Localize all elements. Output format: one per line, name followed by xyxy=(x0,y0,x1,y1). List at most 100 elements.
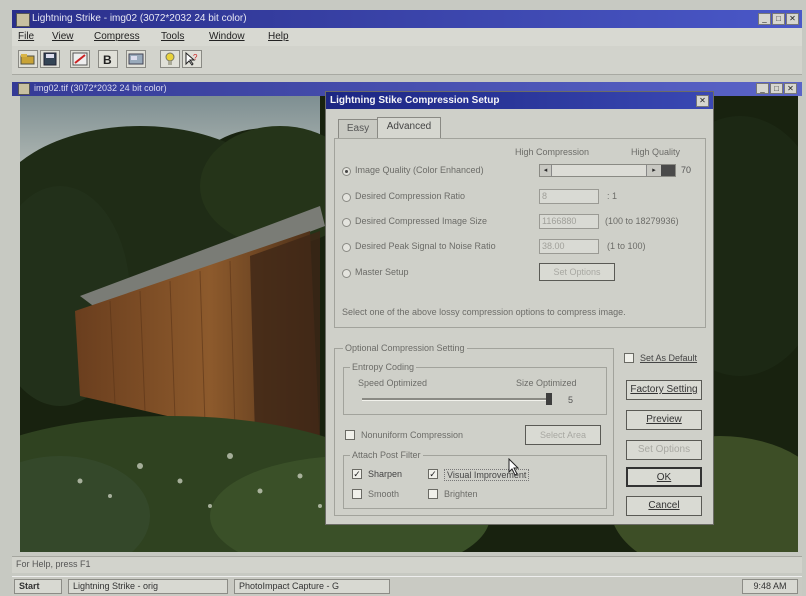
smooth-label: Smooth xyxy=(368,489,400,499)
ok-button[interactable]: OK xyxy=(626,467,702,487)
compression-ratio-label: Desired Compression Ratio xyxy=(355,191,466,201)
cancel-label: Cancel xyxy=(648,500,680,511)
status-text: For Help, press F1 xyxy=(16,559,91,569)
app-title-bar: Lightning Strike - img02 (3072*2032 24 b… xyxy=(12,10,802,28)
minimize-icon[interactable]: _ xyxy=(758,13,771,25)
menu-compress[interactable]: Compress xyxy=(94,31,140,42)
factory-setting-button[interactable]: Factory Setting xyxy=(626,380,702,400)
select-area-label: Select Area xyxy=(539,430,587,440)
clock-label: 9:48 AM xyxy=(753,581,787,591)
master-set-options-button[interactable]: Set Options xyxy=(539,263,615,281)
tab-advanced-label: Advanced xyxy=(386,121,432,132)
entropy-group-label: Entropy Coding xyxy=(350,362,417,372)
compression-ratio-suffix: : 1 xyxy=(607,191,618,201)
taskbar: Start Lightning Strike - orig PhotoImpac… xyxy=(12,576,802,596)
slider-label-high-quality: High Quality xyxy=(631,147,681,157)
nonuniform-label: Nonuniform Compression xyxy=(361,430,464,440)
select-area-button[interactable]: Select Area xyxy=(525,425,601,445)
image-window-icon[interactable] xyxy=(18,83,30,95)
image-size-range: (100 to 18279936) xyxy=(605,216,679,226)
image-minimize-icon[interactable]: _ xyxy=(756,83,769,94)
bold-tool-icon[interactable]: B xyxy=(98,50,118,68)
entropy-slider[interactable] xyxy=(362,398,552,401)
radio-image-size[interactable] xyxy=(342,218,351,227)
menu-tools[interactable]: Tools xyxy=(161,31,184,42)
psnr-label: Desired Peak Signal to Noise Ratio xyxy=(355,241,496,251)
sharpen-checkbox[interactable]: ✓ xyxy=(352,469,362,479)
slider-right-arrow-icon[interactable]: ▸ xyxy=(646,165,661,176)
quality-value: 70 xyxy=(681,165,692,175)
radio-image-quality[interactable] xyxy=(342,167,351,176)
image-size-value: 1166880 xyxy=(542,216,577,226)
image-size-label: Desired Compressed Image Size xyxy=(355,216,488,226)
visual-improvement-checkbox[interactable]: ✓ xyxy=(428,469,438,479)
radio-psnr[interactable] xyxy=(342,243,351,252)
image-close-icon[interactable]: ✕ xyxy=(784,83,797,94)
app-title: Lightning Strike - img02 (3072*2032 24 b… xyxy=(32,13,247,24)
image-size-field[interactable]: 1166880 xyxy=(539,214,599,229)
image-tool-icon[interactable] xyxy=(126,50,146,68)
radio-master-setup[interactable] xyxy=(342,269,351,278)
menu-bar: File View Compress Tools Window Help xyxy=(12,28,802,46)
set-options-button[interactable]: Set Options xyxy=(626,440,702,460)
entropy-value: 5 xyxy=(568,395,574,405)
tab-easy-label: Easy xyxy=(346,123,370,134)
toolbar: B ? xyxy=(12,46,802,75)
svg-text:B: B xyxy=(103,53,112,67)
slider-left-arrow-icon[interactable]: ◂ xyxy=(540,165,552,176)
advanced-panel: High Compression High Quality Image Qual… xyxy=(334,138,706,328)
entropy-slider-thumb[interactable] xyxy=(546,393,552,405)
radio-compression-ratio[interactable] xyxy=(342,193,351,202)
image-window-title: img02.tif (3072*2032 24 bit color) xyxy=(34,83,167,93)
tab-easy[interactable]: Easy xyxy=(338,119,378,138)
compression-ratio-field[interactable]: 8 xyxy=(539,189,599,204)
brighten-checkbox[interactable] xyxy=(428,489,438,499)
tab-advanced[interactable]: Advanced xyxy=(377,117,441,139)
menu-file[interactable]: File xyxy=(18,31,34,42)
sharpen-label: Sharpen xyxy=(368,469,403,479)
image-maximize-icon[interactable]: □ xyxy=(770,83,783,94)
hint-text: Select one of the above lossy compressio… xyxy=(342,307,626,317)
menu-window[interactable]: Window xyxy=(209,31,245,42)
status-bar: For Help, press F1 xyxy=(12,556,802,573)
task-lightning-strike[interactable]: Lightning Strike - orig xyxy=(68,579,228,594)
dialog-title: Lightning Stike Compression Setup xyxy=(330,95,500,106)
master-setup-label: Master Setup xyxy=(355,267,409,277)
slider-thumb[interactable] xyxy=(661,165,675,176)
task-label: PhotoImpact Capture - G xyxy=(239,581,340,591)
psnr-value: 38.00 xyxy=(542,241,565,251)
nonuniform-checkbox[interactable] xyxy=(345,430,355,440)
compress-icon[interactable] xyxy=(70,50,90,68)
cancel-button[interactable]: Cancel xyxy=(626,496,702,516)
task-label: Lightning Strike - orig xyxy=(73,581,159,591)
dialog-title-bar: Lightning Stike Compression Setup ✕ xyxy=(326,92,713,109)
save-icon[interactable] xyxy=(40,50,60,68)
open-icon[interactable] xyxy=(18,50,38,68)
menu-view[interactable]: View xyxy=(52,31,74,42)
optional-compression-group: Optional Compression Setting Entropy Cod… xyxy=(334,343,614,516)
tip-icon[interactable] xyxy=(160,50,180,68)
image-quality-label: Image Quality (Color Enhanced) xyxy=(355,165,484,175)
psnr-field[interactable]: 38.00 xyxy=(539,239,599,254)
factory-setting-label: Factory Setting xyxy=(630,384,698,395)
set-as-default-label: Set As Default xyxy=(640,353,698,363)
context-help-icon[interactable]: ? xyxy=(182,50,202,68)
attach-filter-group-label: Attach Post Filter xyxy=(350,450,423,460)
ok-label: OK xyxy=(656,472,672,483)
close-icon[interactable]: ✕ xyxy=(786,13,799,25)
preview-button[interactable]: Preview xyxy=(626,410,702,430)
preview-label: Preview xyxy=(646,414,682,425)
size-optimized-label: Size Optimized xyxy=(516,378,577,388)
quality-slider[interactable]: ◂ ▸ xyxy=(539,164,676,177)
mouse-pointer-icon xyxy=(508,458,520,476)
entropy-coding-group: Entropy Coding Speed Optimized Size Opti… xyxy=(343,362,607,415)
start-button[interactable]: Start xyxy=(14,579,62,594)
menu-help[interactable]: Help xyxy=(268,31,289,42)
smooth-checkbox[interactable] xyxy=(352,489,362,499)
set-as-default-checkbox[interactable] xyxy=(624,353,634,363)
maximize-icon[interactable]: □ xyxy=(772,13,785,25)
app-icon[interactable] xyxy=(16,13,30,27)
dialog-close-icon[interactable]: ✕ xyxy=(696,95,709,107)
task-photoimpact[interactable]: PhotoImpact Capture - G xyxy=(234,579,390,594)
optional-group-label: Optional Compression Setting xyxy=(343,343,467,353)
